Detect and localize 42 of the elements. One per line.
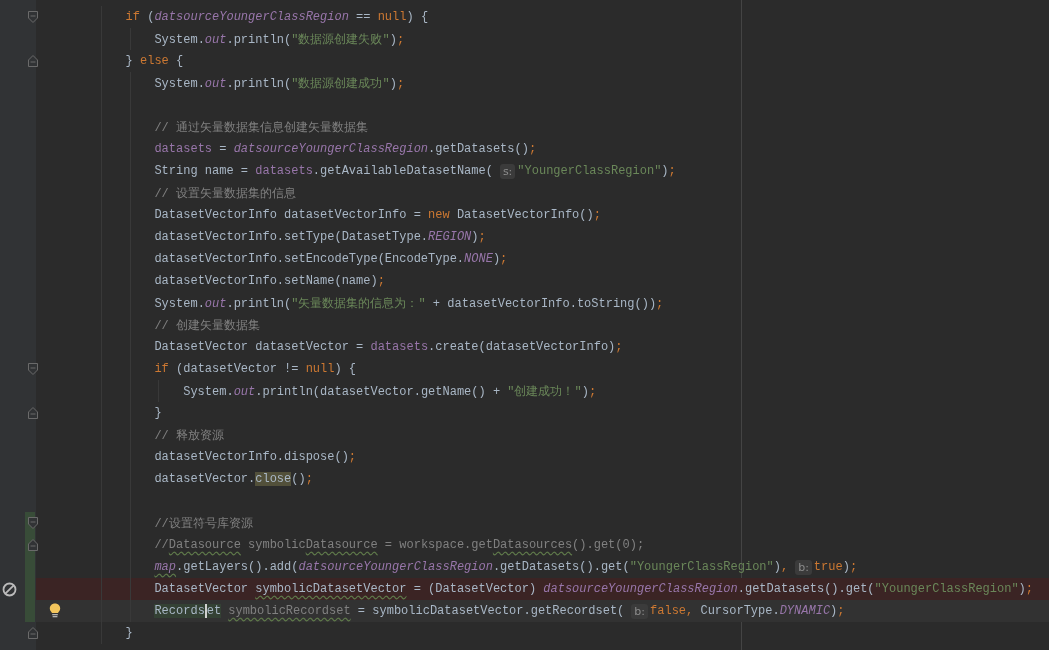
code-text: String name = datasets.getAvailableDatasetName(: [154, 164, 493, 178]
code-comment: // 通过矢量数据集信息创建矢量数据集: [154, 119, 369, 136]
code-comment: // 设置矢量数据集的信息: [154, 185, 297, 202]
code-text: if (datsourceYoungerClassRegion == null) {: [125, 10, 429, 24]
fold-marker-icon[interactable]: [28, 363, 38, 375]
fold-marker-icon[interactable]: [28, 55, 38, 67]
no-entry-icon[interactable]: [2, 582, 17, 597]
code-text: "YoungerClassRegion");: [517, 164, 676, 178]
code-text: true);: [813, 560, 858, 574]
fold-marker-icon[interactable]: [28, 627, 38, 639]
fold-marker-icon[interactable]: [28, 517, 38, 529]
code-comment: // 释放资源: [154, 427, 225, 444]
parameter-hint: s:: [499, 163, 516, 179]
code-text: datasetVectorInfo.setType(DatasetType.REGION);: [154, 230, 486, 244]
code-text: System.out.println(datasetVector.getName() + "创建成功！");: [183, 383, 597, 400]
code-text: Records et symbolicRecordset = symbolicDatasetVector.getRecordset(: [154, 604, 625, 618]
code-text: datasetVectorInfo.setEncodeType(EncodeType.NONE);: [154, 252, 508, 266]
fold-marker-icon[interactable]: [28, 407, 38, 419]
parameter-hint: b:: [631, 603, 649, 619]
code-text: System.out.println("数据源创建成功");: [154, 75, 405, 92]
lightbulb-icon[interactable]: [49, 603, 61, 618]
code-text: DatasetVector symbolicDatasetVector = (DatasetVector) datsourceYoungerClassRegion.getDatasets().get("YoungerClassRegion");: [154, 582, 1033, 596]
code-text: datasetVector.close();: [154, 472, 313, 486]
fold-marker-icon[interactable]: [28, 11, 38, 23]
code-text: }: [125, 626, 133, 640]
code-text: }: [154, 406, 162, 420]
code-text: false, CursorType.DYNAMIC);: [650, 604, 845, 618]
code-text: System.out.println("数据源创建失败");: [154, 31, 405, 48]
code-comment: // 创建矢量数据集: [154, 317, 261, 334]
fold-marker-icon[interactable]: [28, 539, 38, 551]
code-text: DatasetVectorInfo datasetVectorInfo = new DatasetVectorInfo();: [154, 208, 601, 222]
code-text: if (datasetVector != null) {: [154, 362, 357, 376]
parameter-hint: b:: [795, 559, 812, 575]
code-text: DatasetVector datasetVector = datasets.create(datasetVectorInfo);: [154, 340, 623, 354]
code-comment: //设置符号库资源: [154, 515, 253, 532]
code-text: } else {: [125, 54, 184, 68]
code-text: System.out.println("矢量数据集的信息为：" + datasetVectorInfo.toString());: [154, 295, 664, 312]
code-comment: //Datasource symbolicDatasource = workspace.getDatasources().get(0);: [154, 538, 645, 552]
code-text: datasets = datsourceYoungerClassRegion.getDatasets();: [154, 142, 537, 156]
code-text: datasetVectorInfo.dispose();: [154, 450, 357, 464]
code-text: map.getLayers().add(datsourceYoungerClassRegion.getDatasets().get("YoungerClassRegion"),: [154, 560, 789, 574]
code-text: datasetVectorInfo.setName(name);: [154, 274, 385, 288]
